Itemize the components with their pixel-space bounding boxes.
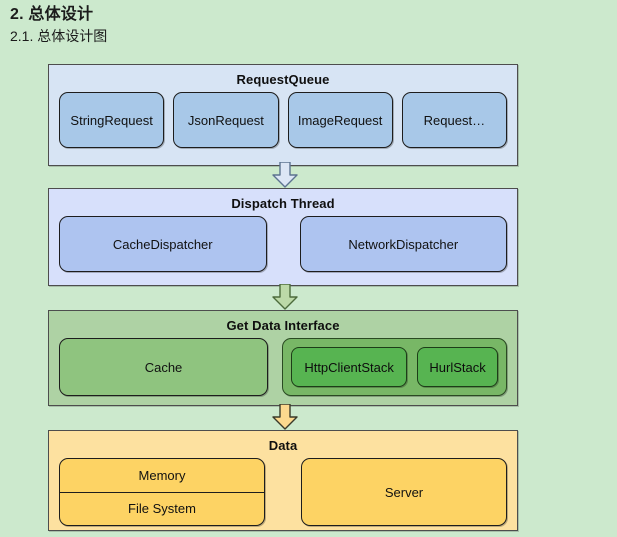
layer-body-data: Memory File System Server	[49, 458, 517, 526]
node-hurl-stack[interactable]: HurlStack	[417, 347, 498, 387]
page-subtitle: 2.1. 总体设计图	[10, 28, 108, 44]
layer-data: Data Memory File System Server	[48, 430, 518, 531]
arrow-down-icon-1	[271, 162, 299, 188]
layer-body-get-data-interface: Cache HttpClientStack HurlStack	[49, 338, 517, 396]
arrow-down-icon-3	[271, 404, 299, 430]
layer-request-queue: RequestQueue StringRequest JsonRequest I…	[48, 64, 518, 166]
arrow-down-icon-2	[271, 284, 299, 310]
layer-title-get-data-interface: Get Data Interface	[226, 318, 340, 333]
node-json-request[interactable]: JsonRequest	[173, 92, 279, 148]
node-cache-dispatcher[interactable]: CacheDispatcher	[59, 216, 267, 272]
node-image-request[interactable]: ImageRequest	[287, 92, 393, 148]
node-file-system[interactable]: File System	[60, 491, 264, 526]
node-memory[interactable]: Memory	[60, 459, 264, 492]
page-title: 2. 总体设计	[10, 6, 94, 23]
layer-title-request-queue: RequestQueue	[236, 72, 330, 87]
node-server[interactable]: Server	[301, 458, 507, 526]
group-http-stacks: HttpClientStack HurlStack	[282, 338, 507, 396]
layer-get-data-interface: Get Data Interface Cache HttpClientStack…	[48, 310, 518, 406]
diagram-page: 2. 总体设计 2.1. 总体设计图 RequestQueue StringRe…	[0, 0, 617, 537]
node-network-dispatcher[interactable]: NetworkDispatcher	[299, 216, 507, 272]
node-http-client-stack[interactable]: HttpClientStack	[291, 347, 408, 387]
node-request-more[interactable]: Request…	[401, 92, 507, 148]
layer-title-data: Data	[268, 438, 298, 453]
node-string-request[interactable]: StringRequest	[59, 92, 165, 148]
node-local-storage[interactable]: Memory File System	[59, 458, 265, 526]
layer-title-dispatch-thread: Dispatch Thread	[231, 196, 335, 211]
node-cache[interactable]: Cache	[59, 338, 268, 396]
layer-body-request-queue: StringRequest JsonRequest ImageRequest R…	[49, 92, 517, 148]
heading-block: 2. 总体设计 2.1. 总体设计图	[10, 4, 410, 46]
layer-dispatch-thread: Dispatch Thread CacheDispatcher NetworkD…	[48, 188, 518, 286]
layer-body-dispatch-thread: CacheDispatcher NetworkDispatcher	[49, 216, 517, 272]
